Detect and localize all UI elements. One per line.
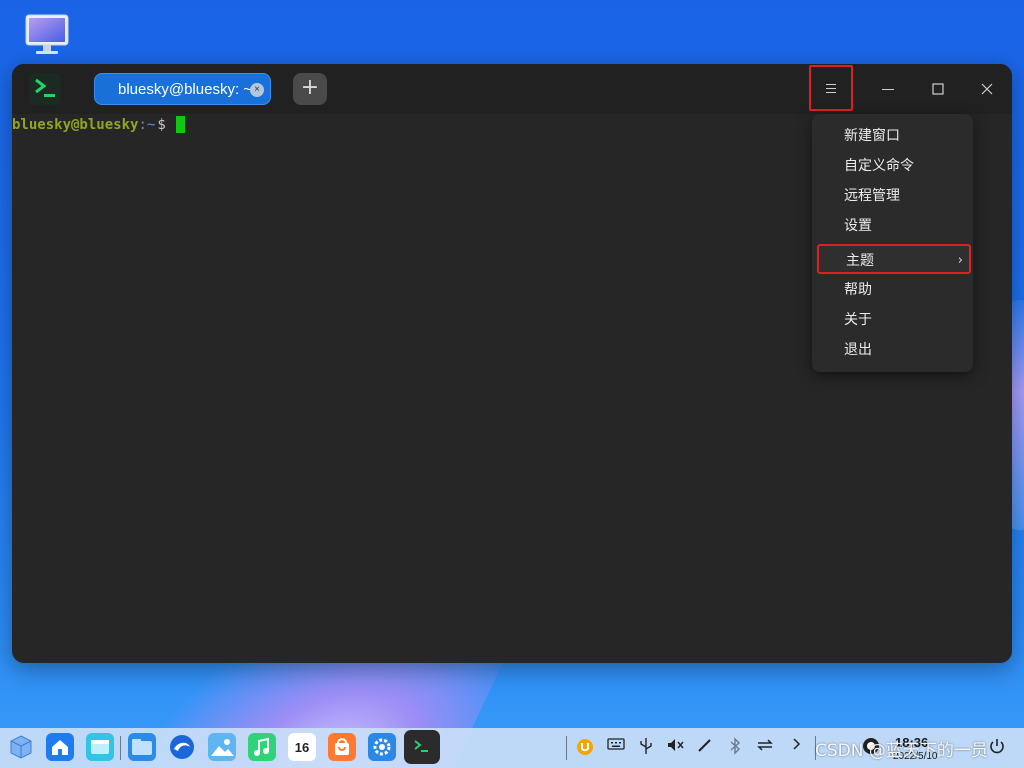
tab-title: bluesky@bluesky: ~ xyxy=(118,80,253,98)
close-icon xyxy=(981,83,993,95)
usb-icon[interactable] xyxy=(637,737,655,757)
terminal-icon[interactable] xyxy=(404,730,440,764)
menu-item-theme-label: 主题 xyxy=(846,253,874,269)
image-viewer-icon[interactable] xyxy=(208,733,236,761)
menu-item-remote-management[interactable]: 远程管理 xyxy=(812,181,973,211)
menu-item-custom-commands[interactable]: 自定义命令 xyxy=(812,151,973,181)
music-icon[interactable] xyxy=(248,733,276,761)
home-folder-icon[interactable] xyxy=(46,733,74,761)
watermark: CSDN @蓝天下的一员 xyxy=(815,741,988,761)
close-button[interactable] xyxy=(968,69,1006,109)
prompt-user-host: bluesky@bluesky xyxy=(12,116,139,133)
input-method-icon[interactable] xyxy=(576,738,594,758)
new-tab-button[interactable]: + xyxy=(293,73,327,105)
multitask-view-icon[interactable] xyxy=(86,733,114,761)
text-cursor xyxy=(175,116,185,133)
prompt-separator: : xyxy=(138,116,147,133)
minimize-button[interactable] xyxy=(869,69,907,109)
menu-item-settings[interactable]: 设置 xyxy=(812,211,973,241)
chevron-right-icon: › xyxy=(957,253,963,268)
tab-close-icon[interactable]: × xyxy=(250,83,264,97)
power-icon[interactable] xyxy=(988,737,1006,757)
computer-icon[interactable] xyxy=(24,14,70,56)
menu-item-exit[interactable]: 退出 xyxy=(812,335,973,365)
main-menu: 新建窗口 自定义命令 远程管理 设置 主题 › 帮助 关于 退出 xyxy=(812,114,973,372)
chevron-right-tray-icon[interactable] xyxy=(787,737,805,757)
maximize-button[interactable] xyxy=(919,69,957,109)
file-manager-icon[interactable] xyxy=(128,733,156,761)
launcher-icon[interactable] xyxy=(7,733,35,761)
tab-terminal[interactable]: bluesky@bluesky: ~ × xyxy=(94,73,271,105)
bluetooth-icon[interactable] xyxy=(726,737,744,757)
volume-muted-icon[interactable] xyxy=(666,737,684,757)
calendar-day: 16 xyxy=(294,740,310,755)
taskbar-separator xyxy=(120,736,121,760)
maximize-icon xyxy=(932,83,944,95)
hamburger-icon xyxy=(826,84,836,93)
pen-icon[interactable] xyxy=(696,737,714,757)
network-transfer-icon[interactable] xyxy=(756,737,774,757)
menu-item-new-window[interactable]: 新建窗口 xyxy=(812,121,973,151)
main-menu-button[interactable] xyxy=(809,65,853,111)
terminal-logo-icon xyxy=(29,73,61,105)
menu-item-theme[interactable]: 主题 › xyxy=(817,244,971,274)
keyboard-icon[interactable] xyxy=(607,737,625,757)
menu-item-help[interactable]: 帮助 xyxy=(812,275,973,305)
calendar-icon[interactable]: 16 xyxy=(288,733,316,761)
prompt-line: bluesky@bluesky: ~ $ xyxy=(12,116,185,133)
minimize-icon xyxy=(882,89,894,90)
tray-separator xyxy=(566,736,567,760)
settings-icon[interactable] xyxy=(368,733,396,761)
prompt-symbol: $ xyxy=(157,116,166,133)
prompt-path: ~ xyxy=(146,116,156,133)
menu-item-about[interactable]: 关于 xyxy=(812,305,973,335)
titlebar: bluesky@bluesky: ~ × + xyxy=(12,64,1012,114)
app-store-icon[interactable] xyxy=(328,733,356,761)
browser-icon[interactable] xyxy=(168,733,196,761)
